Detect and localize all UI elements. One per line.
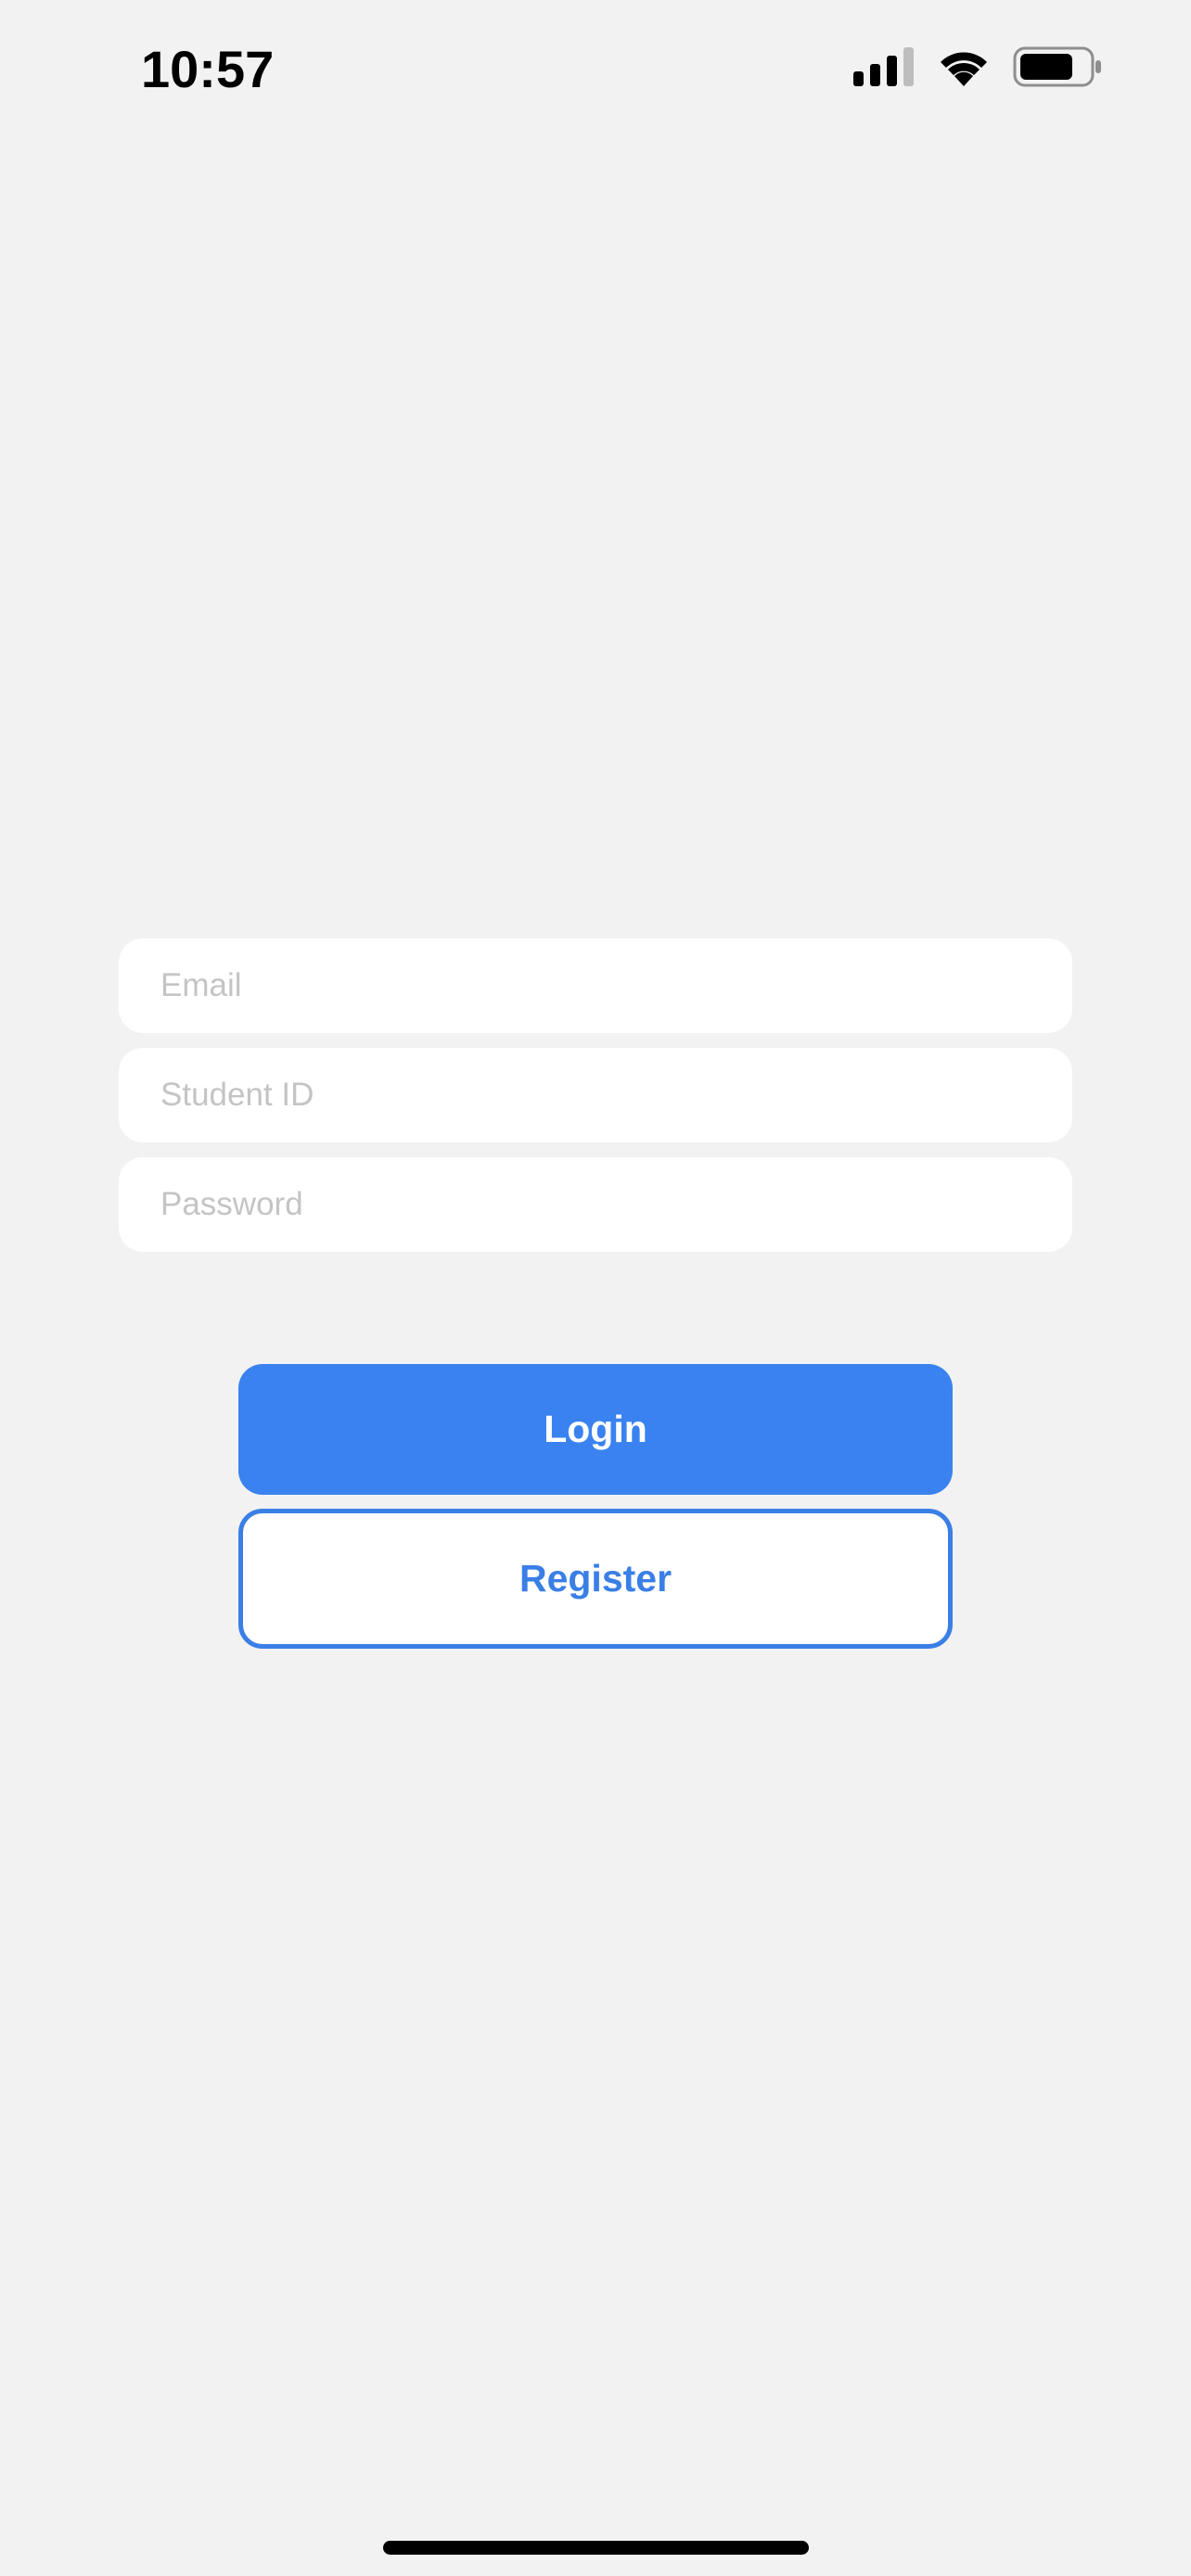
login-button[interactable]: Login [238, 1364, 953, 1495]
home-indicator[interactable] [383, 2541, 809, 2555]
login-button-label: Login [544, 1408, 647, 1450]
wifi-icon [941, 52, 987, 86]
register-button-label: Register [519, 1557, 672, 1600]
student-id-field-container [119, 1048, 1072, 1142]
email-input[interactable] [119, 938, 1072, 1033]
student-id-input[interactable] [119, 1048, 1072, 1142]
password-field-container [119, 1157, 1072, 1252]
password-input[interactable] [119, 1157, 1072, 1252]
battery-icon [1013, 46, 1101, 87]
cellular-signal-icon [853, 47, 914, 86]
status-time: 10:57 [141, 40, 275, 98]
status-icons [853, 46, 1102, 87]
email-field-container [119, 938, 1072, 1033]
register-button[interactable]: Register [238, 1509, 953, 1649]
